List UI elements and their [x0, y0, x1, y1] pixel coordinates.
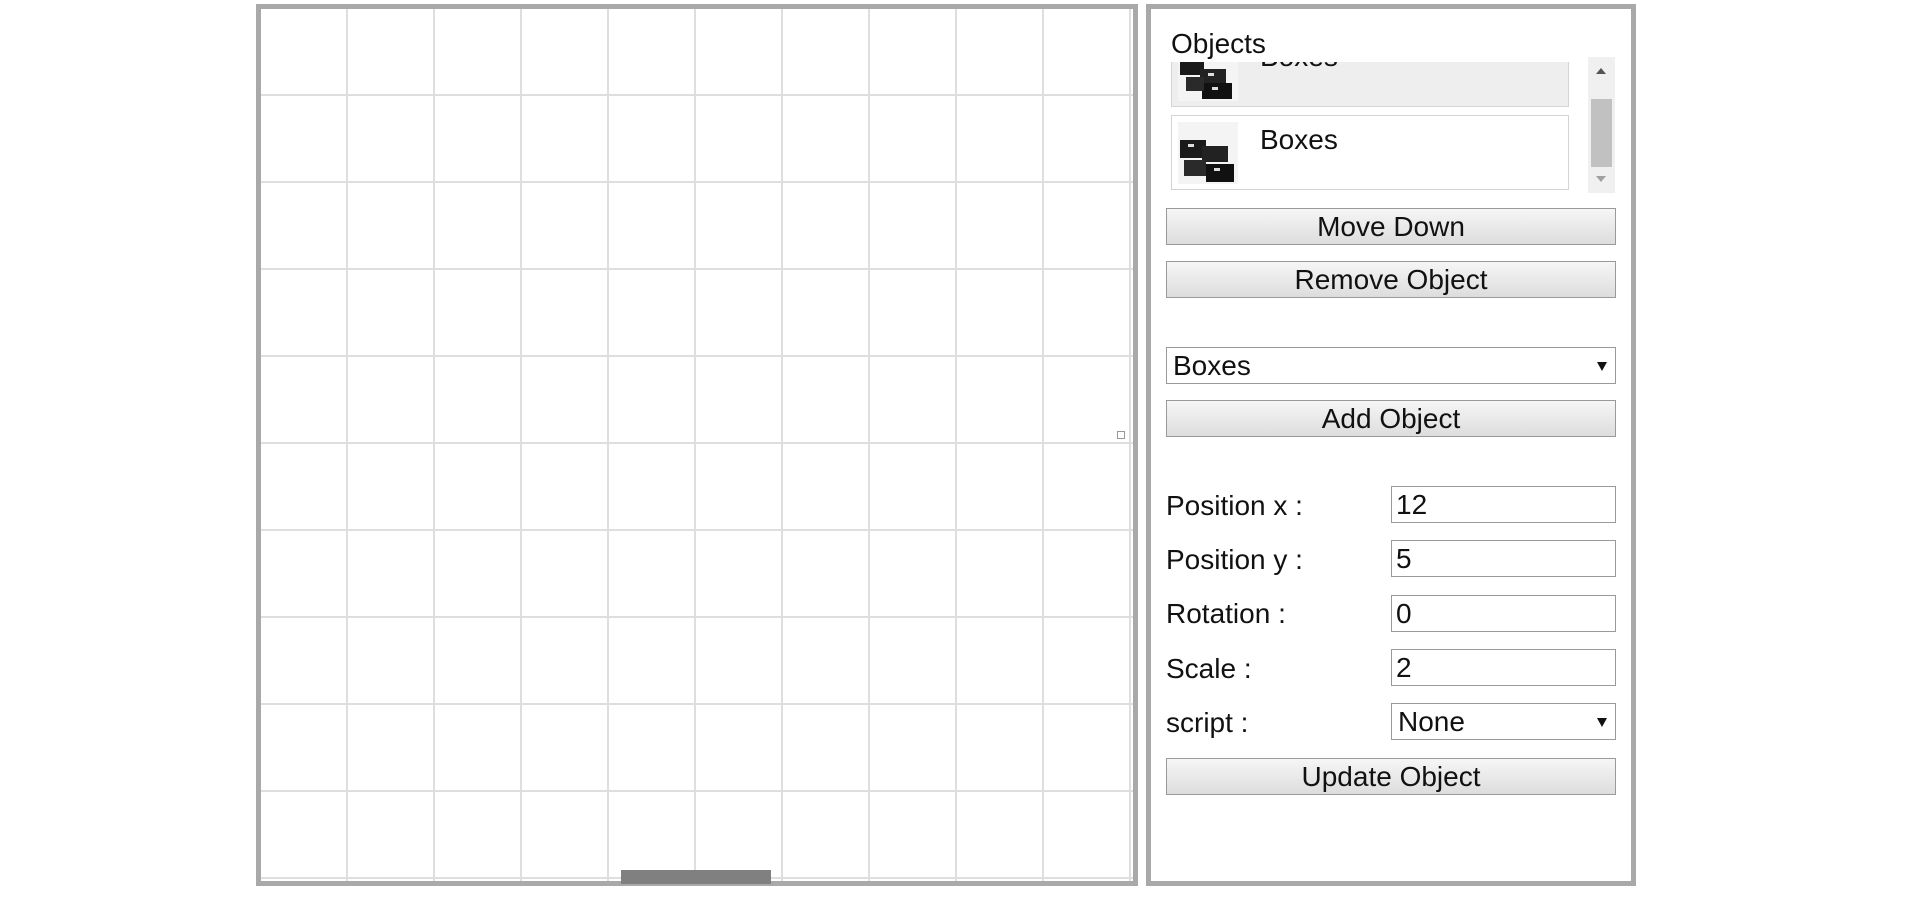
resize-handle-icon[interactable] — [1117, 431, 1125, 439]
objects-list-scrollbar[interactable] — [1588, 57, 1615, 193]
list-item-label: Boxes — [1260, 62, 1338, 73]
script-select[interactable]: None — [1391, 703, 1616, 740]
object-type-select[interactable]: Boxes — [1166, 347, 1616, 384]
scroll-thumb[interactable] — [1591, 99, 1612, 167]
add-object-button[interactable]: Add Object — [1166, 400, 1616, 437]
rotation-label: Rotation : — [1166, 598, 1286, 629]
chevron-down-icon — [1597, 718, 1607, 727]
level-canvas-grid[interactable] — [256, 4, 1138, 886]
rotation-input[interactable]: 0 — [1391, 595, 1616, 632]
move-down-button[interactable]: Move Down — [1166, 208, 1616, 245]
update-object-button[interactable]: Update Object — [1166, 758, 1616, 795]
position-x-label: Position x : — [1166, 490, 1303, 521]
scale-label: Scale : — [1166, 653, 1252, 684]
boxes-thumbnail-icon — [1178, 62, 1238, 101]
list-item[interactable]: Boxes — [1171, 115, 1569, 190]
boxes-thumbnail-icon — [1178, 122, 1238, 184]
scroll-up-arrow-icon[interactable] — [1596, 68, 1606, 74]
remove-object-button[interactable]: Remove Object — [1166, 261, 1616, 298]
chevron-down-icon — [1597, 362, 1607, 371]
canvas-horizontal-scrollbar[interactable] — [621, 870, 771, 884]
objects-heading: Objects — [1171, 28, 1266, 59]
object-editor-panel: Objects Boxes B — [1146, 4, 1636, 886]
scale-input[interactable]: 2 — [1391, 649, 1616, 686]
position-x-input[interactable]: 12 — [1391, 486, 1616, 523]
script-select-value: None — [1398, 706, 1465, 737]
script-label: script : — [1166, 707, 1249, 738]
scroll-down-arrow-icon[interactable] — [1596, 176, 1606, 182]
list-item-label: Boxes — [1260, 124, 1338, 155]
objects-list[interactable]: Boxes Boxes — [1171, 62, 1618, 199]
position-y-label: Position y : — [1166, 544, 1303, 575]
position-y-input[interactable]: 5 — [1391, 540, 1616, 577]
object-type-select-value: Boxes — [1173, 350, 1251, 381]
list-item[interactable]: Boxes — [1171, 62, 1569, 107]
